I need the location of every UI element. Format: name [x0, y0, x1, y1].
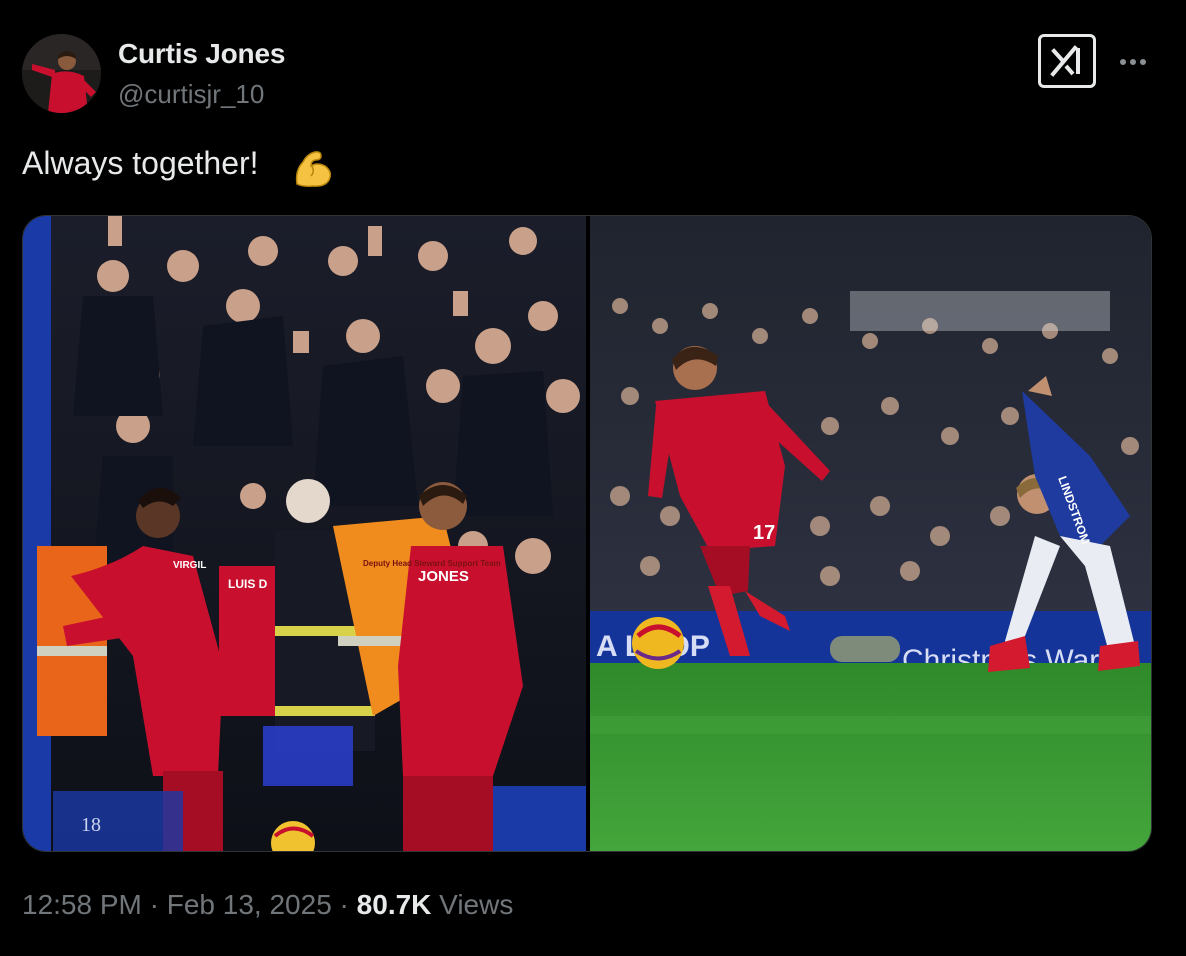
tweet-meta: 12:58 PM · Feb 13, 2025 · 80.7K Views: [22, 889, 513, 921]
tweet-media: JONES LUIS D VIRGIL Deputy Head Steward …: [22, 215, 1152, 852]
views-label: Views: [431, 889, 514, 920]
jersey-number-17: 17: [753, 522, 775, 544]
photo-celebration[interactable]: JONES LUIS D VIRGIL Deputy Head Steward …: [23, 216, 586, 851]
author-display-name[interactable]: Curtis Jones: [118, 38, 285, 70]
flexed-biceps-icon: [295, 151, 332, 187]
more-dots-icon: [1130, 59, 1136, 65]
avatar[interactable]: [22, 34, 101, 113]
tweet-date[interactable]: Feb 13, 2025: [167, 889, 332, 920]
tweet-time[interactable]: 12:58 PM: [22, 889, 142, 920]
jersey-name-jones: JONES: [418, 568, 469, 585]
grok-button[interactable]: [1038, 34, 1096, 88]
more-options-button[interactable]: [1112, 40, 1152, 80]
views-count[interactable]: 80.7K: [357, 889, 432, 920]
jersey-name-virgil: VIRGIL: [173, 560, 206, 571]
vest-text: Deputy Head Steward Support Team: [363, 559, 501, 568]
more-dots-icon: [1120, 59, 1126, 65]
meta-separator: ·: [331, 889, 357, 920]
tweet-text: Always together!: [22, 145, 259, 181]
grok-icon: [1050, 45, 1080, 77]
board-text-left: 18: [81, 814, 101, 836]
jersey-name-luis: LUIS D: [228, 577, 268, 591]
photo-match-action[interactable]: A LOOP Christmas Ward 17 LINDSTROM: [590, 216, 1151, 851]
more-dots-icon: [1140, 59, 1146, 65]
meta-separator: ·: [141, 889, 167, 920]
author-handle[interactable]: @curtisjr_10: [118, 79, 264, 110]
avatar-image: [22, 34, 101, 113]
